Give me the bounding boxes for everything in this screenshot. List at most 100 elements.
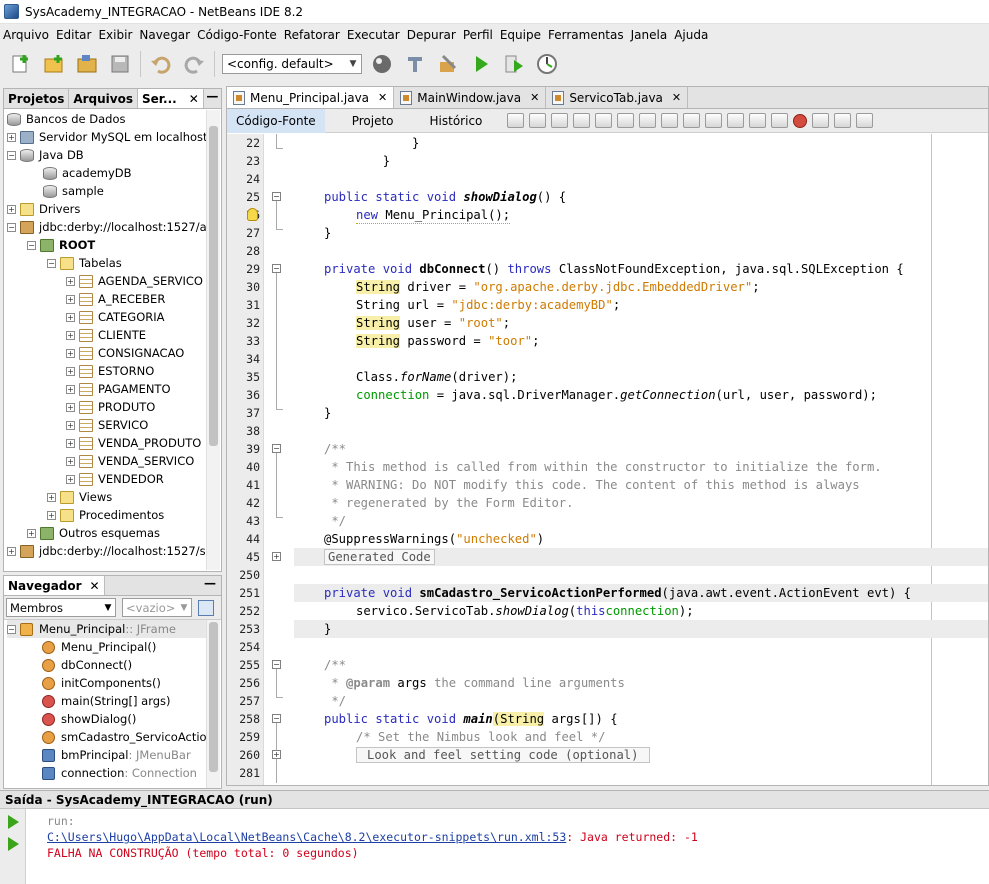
tree-row[interactable]: bmPrincipal : JMenuBar (42, 746, 191, 764)
generated-code-fold[interactable]: Generated Code (324, 549, 435, 565)
look-and-feel-fold[interactable]: Look and feel setting code (optional) (356, 747, 650, 763)
expand-icon[interactable]: + (66, 330, 75, 340)
start-macro-icon[interactable] (793, 113, 808, 128)
expand-icon[interactable]: + (66, 366, 75, 376)
tree-row[interactable]: + CATEGORIA (66, 308, 165, 326)
close-icon[interactable]: ✕ (530, 91, 539, 104)
toggle-rectangular-selection-icon[interactable] (661, 113, 679, 128)
menu-executar[interactable]: Executar (347, 28, 400, 42)
tree-row[interactable]: + VENDA_SERVICO (66, 452, 194, 470)
tree-row[interactable]: connection : Connection (42, 764, 197, 782)
tree-scrollbar[interactable] (206, 110, 220, 570)
tree-row[interactable]: + VENDEDOR (66, 470, 164, 488)
menu-navegar[interactable]: Navegar (139, 28, 190, 42)
expand-icon[interactable]: + (66, 294, 75, 304)
tree-row[interactable]: − Java DB (7, 146, 84, 164)
hint-bulb-icon[interactable] (247, 208, 258, 221)
tree-row[interactable]: sample (43, 182, 104, 200)
tree-row[interactable]: + Views (47, 488, 112, 506)
tree-row[interactable]: academyDB (43, 164, 132, 182)
tree-row[interactable]: + PRODUTO (66, 398, 155, 416)
toggle-bookmark-icon[interactable] (727, 113, 745, 128)
expand-icon[interactable]: + (66, 456, 75, 466)
expand-icon[interactable]: + (66, 402, 75, 412)
tree-row[interactable]: + Procedimentos (47, 506, 164, 524)
scrollbar-thumb[interactable] (209, 126, 218, 446)
tree-row[interactable]: − jdbc:derby://localhost:1527/academyDB (7, 218, 208, 236)
empty-select[interactable]: <vazio> ▼ (122, 598, 192, 617)
minimize-icon[interactable]: — (204, 89, 221, 108)
debug-icon[interactable] (501, 51, 527, 77)
find-previous-icon[interactable] (595, 113, 613, 128)
forward-icon[interactable] (551, 113, 569, 128)
tab-servicos[interactable]: Ser... ✕ (138, 89, 204, 108)
expand-icon[interactable]: + (66, 420, 75, 430)
run-icon[interactable] (468, 51, 494, 77)
previous-bookmark-icon[interactable] (683, 113, 701, 128)
expand-icon[interactable]: + (66, 474, 75, 484)
tree-row[interactable]: smCadastro_ServicoActionPerformed (42, 728, 208, 746)
fold-expand-icon[interactable]: + (272, 552, 281, 561)
view-historico[interactable]: Histórico (421, 109, 492, 133)
fold-collapse-icon[interactable]: − (272, 192, 281, 201)
fold-expand-icon[interactable]: + (272, 750, 281, 759)
find-next-icon[interactable] (617, 113, 635, 128)
tab-arquivos[interactable]: Arquivos (69, 89, 139, 108)
tree-row[interactable]: + CONSIGNACAO (66, 344, 184, 362)
menu-depurar[interactable]: Depurar (407, 28, 456, 42)
toggle-highlight-icon[interactable] (639, 113, 657, 128)
tree-row[interactable]: − ROOT (27, 236, 95, 254)
undo-icon[interactable] (148, 51, 174, 77)
back-icon[interactable] (529, 113, 547, 128)
open-project-icon[interactable] (74, 51, 100, 77)
menu-exibir[interactable]: Exibir (98, 28, 132, 42)
code-area[interactable]: 22 23 24 25 26 27 28 29 30 31 32 33 34 3… (227, 134, 988, 785)
rerun-icon[interactable] (8, 815, 19, 829)
menu-refatorar[interactable]: Refatorar (284, 28, 340, 42)
menu-equipe[interactable]: Equipe (500, 28, 541, 42)
expand-icon[interactable]: + (66, 312, 75, 322)
tree-row[interactable]: − Menu_Principal :: JFrame (7, 620, 207, 638)
fold-collapse-icon[interactable]: − (272, 264, 281, 273)
expand-icon[interactable]: + (47, 492, 56, 502)
close-icon[interactable]: ✕ (672, 91, 681, 104)
editor-tab-servicotab[interactable]: ServicoTab.java ✕ (546, 87, 689, 108)
collapse-icon[interactable]: − (27, 240, 36, 250)
tab-navegador[interactable]: Navegador ✕ (4, 576, 105, 595)
stop-macro-icon[interactable] (812, 113, 830, 128)
tree-row[interactable]: Bancos de Dados (7, 110, 126, 128)
fold-collapse-icon[interactable]: − (272, 660, 281, 669)
expand-icon[interactable]: + (7, 204, 16, 214)
new-project-icon[interactable] (41, 51, 67, 77)
redo-icon[interactable] (181, 51, 207, 77)
output-tab[interactable]: Saída - SysAcademy_INTEGRACAO (run) (0, 791, 989, 809)
expand-icon[interactable]: + (7, 132, 16, 142)
tree-row[interactable]: + ESTORNO (66, 362, 154, 380)
close-icon[interactable]: ✕ (90, 579, 100, 593)
tree-row[interactable]: + Outros esquemas (27, 524, 160, 542)
menu-perfil[interactable]: Perfil (463, 28, 493, 42)
expand-icon[interactable]: + (66, 276, 75, 286)
new-file-icon[interactable] (8, 51, 34, 77)
collapse-icon[interactable]: − (7, 624, 16, 634)
rerun-with-options-icon[interactable] (8, 837, 19, 851)
tree-row[interactable]: initComponents() (42, 674, 161, 692)
save-all-icon[interactable] (107, 51, 133, 77)
view-codigo-fonte[interactable]: Código-Fonte (227, 108, 325, 133)
shift-right-icon[interactable] (771, 113, 789, 128)
tree-row[interactable]: + jdbc:derby://localhost:1527/sample (7, 542, 208, 560)
tree-row[interactable]: + Drivers (7, 200, 80, 218)
class-view-icon[interactable] (198, 599, 214, 616)
build-icon[interactable] (435, 51, 461, 77)
collapse-icon[interactable]: − (7, 222, 16, 232)
menu-janela[interactable]: Janela (631, 28, 668, 42)
expand-icon[interactable]: + (47, 510, 56, 520)
find-icon[interactable] (573, 113, 591, 128)
tab-projetos[interactable]: Projetos (4, 89, 70, 108)
uncomment-icon[interactable] (856, 113, 874, 128)
menu-arquivo[interactable]: Arquivo (3, 28, 49, 42)
expand-icon[interactable]: + (27, 528, 36, 538)
config-select[interactable]: <config. default> ▼ (222, 54, 362, 74)
menu-ferramentas[interactable]: Ferramentas (548, 28, 624, 42)
tree-row[interactable]: dbConnect() (42, 656, 132, 674)
